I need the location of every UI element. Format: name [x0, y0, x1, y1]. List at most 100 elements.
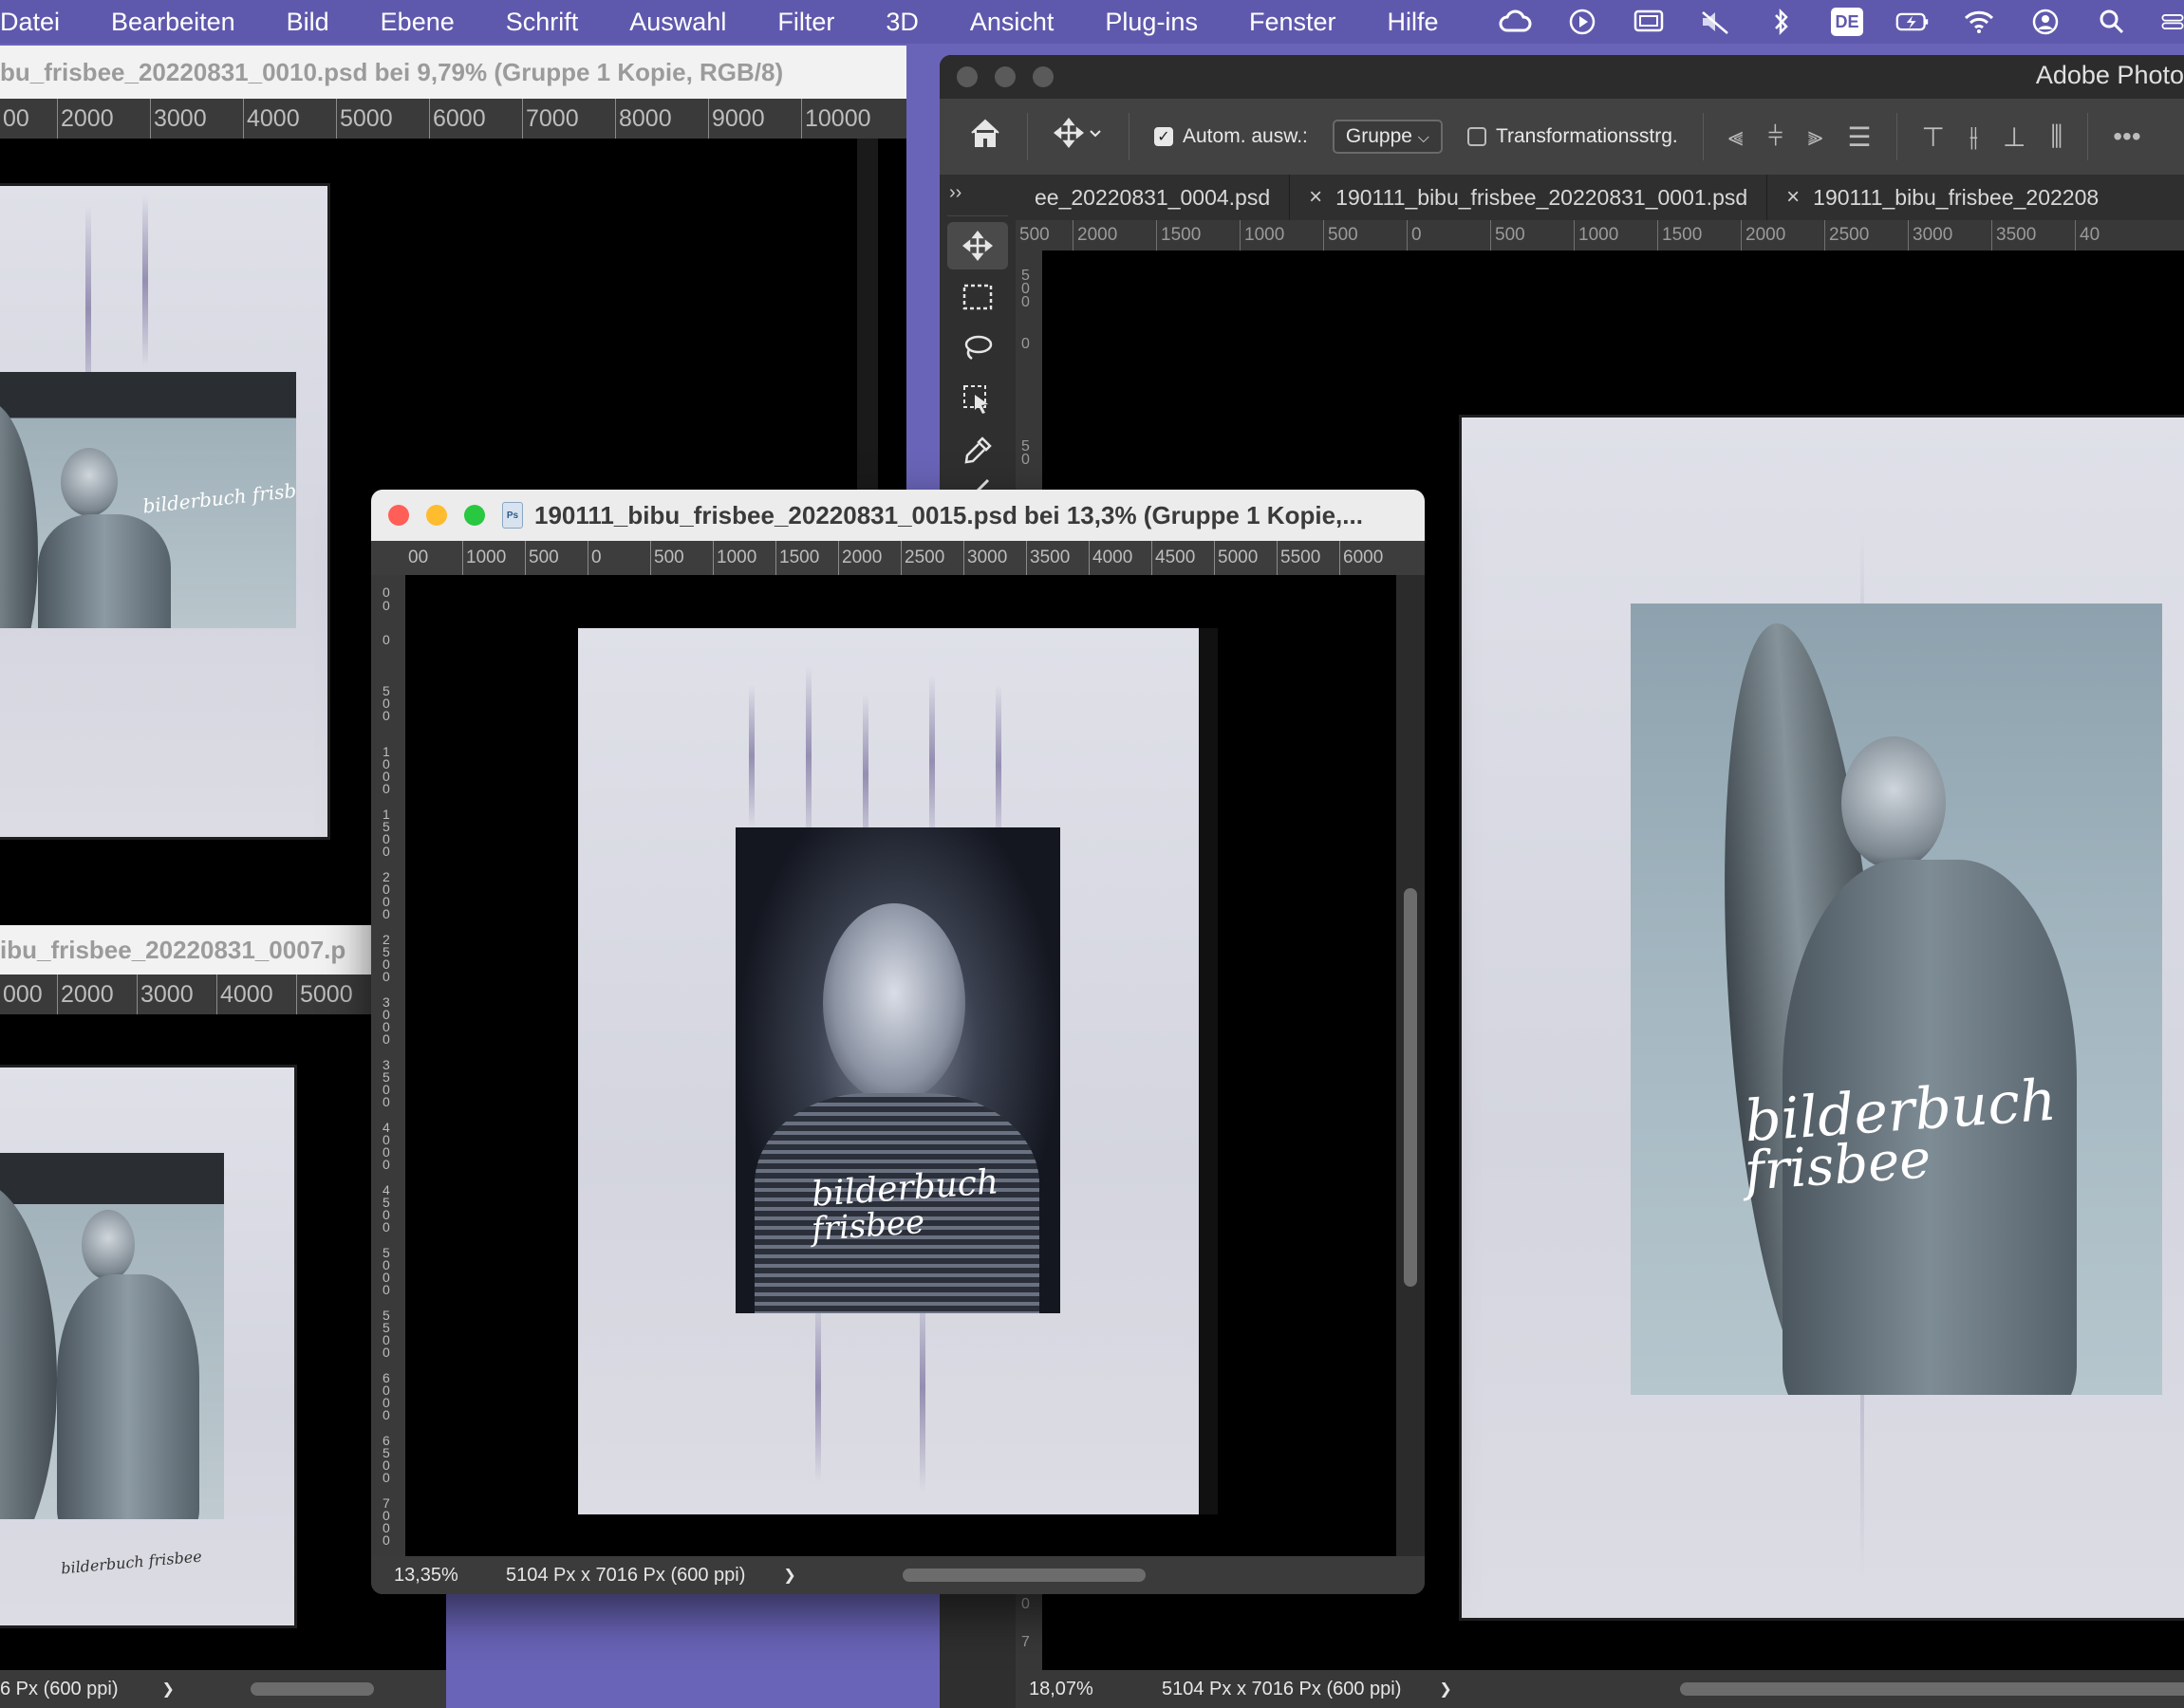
close-button[interactable]: [957, 66, 978, 87]
poster-photo: [0, 1153, 224, 1519]
distribute-vertical-icon[interactable]: ⫼: [2050, 121, 2063, 153]
app-title: Adobe Photo: [2035, 61, 2184, 89]
auto-select-dropdown[interactable]: Gruppe ⌵: [1332, 120, 1443, 154]
menu-bild[interactable]: Bild: [261, 8, 355, 37]
home-icon[interactable]: [968, 117, 1002, 157]
app-titlebar[interactable]: Adobe Photo: [940, 55, 2184, 99]
object-selection-tool-icon[interactable]: [947, 376, 1008, 423]
tab-label: 190111_bibu_frisbee_202208: [1813, 184, 2100, 210]
play-icon[interactable]: [1565, 8, 1599, 36]
transform-controls-label: Transformationsstrg.: [1495, 125, 1678, 147]
auto-select-option[interactable]: ✓ Autom. ausw.:: [1154, 125, 1308, 148]
poster-signature-line2: frisbee: [810, 1202, 926, 1250]
zoom-level[interactable]: 18,07%: [1016, 1679, 1139, 1700]
poster-paper: bilderbuch frisbee: [0, 186, 327, 837]
zoom-button[interactable]: [1033, 66, 1054, 87]
document-window-0015[interactable]: Ps 190111_bibu_frisbee_20220831_0015.psd…: [371, 490, 1425, 1594]
close-button[interactable]: [388, 505, 409, 526]
scroll-thumb[interactable]: [1404, 888, 1417, 1287]
poster-signature: bilderbuch frisbee: [60, 1547, 203, 1578]
align-bottom-icon[interactable]: ⊥: [2003, 121, 2025, 153]
menu-filter[interactable]: Filter: [752, 8, 860, 37]
toolbox-expand-icon[interactable]: ››: [940, 175, 1016, 203]
eyedropper-tool-icon[interactable]: [947, 427, 1008, 474]
horizontal-scroll-thumb[interactable]: [250, 1682, 374, 1696]
poster-paper: bilderbuch frisbee: [0, 1068, 294, 1625]
app-statusbar: 18,07% 5104 Px x 7016 Px (600 ppi) ❯: [1016, 1670, 2184, 1708]
window-titlebar[interactable]: bu_frisbee_20220831_0010.psd bei 9,79% (…: [0, 46, 906, 99]
minimize-button[interactable]: [426, 505, 447, 526]
tab-document-0004[interactable]: ee_20220831_0004.psd: [1016, 175, 1291, 220]
move-tool-icon[interactable]: [947, 222, 1008, 269]
wifi-icon[interactable]: [1962, 8, 1996, 36]
auto-select-checkbox[interactable]: ✓: [1154, 127, 1173, 147]
distribute-icon[interactable]: ☰: [1847, 121, 1871, 153]
tab-label: ee_20220831_0004.psd: [1035, 184, 1271, 210]
poster-paper: bilderbuch frisbee: [1462, 418, 2184, 1618]
status-arrow[interactable]: ❯: [1439, 1680, 1451, 1699]
search-icon[interactable]: [2095, 8, 2129, 36]
window-statusbar: 13,35% 5104 Px x 7016 Px (600 ppi) ❯: [371, 1556, 1425, 1594]
zoom-button[interactable]: [464, 505, 485, 526]
poster-paper: bilderbuch frisbee: [578, 628, 1218, 1514]
menu-plugins[interactable]: Plug-ins: [1079, 8, 1223, 37]
vertical-scrollbar[interactable]: [1396, 575, 1425, 1556]
menu-schrift[interactable]: Schrift: [480, 8, 605, 37]
horizontal-ruler: 00 2000 3000 4000 5000 6000 7000 8000 9000 10000: [0, 99, 906, 139]
window-title: bu_frisbee_20220831_0010.psd bei 9,79% (…: [0, 57, 784, 86]
menu-fenster[interactable]: Fenster: [1223, 8, 1362, 37]
document-canvas[interactable]: bilderbuch frisbee: [405, 575, 1396, 1556]
align-middle-icon[interactable]: ⫲: [1969, 121, 1978, 153]
psd-file-icon: Ps: [502, 502, 523, 529]
transform-controls-checkbox[interactable]: [1466, 127, 1486, 147]
poster-photo: bilderbuch frisbee: [1631, 603, 2162, 1395]
more-options-icon[interactable]: •••: [2113, 121, 2140, 152]
menu-hilfe[interactable]: Hilfe: [1362, 8, 1465, 37]
menu-auswahl[interactable]: Auswahl: [604, 8, 752, 37]
horizontal-scroll-thumb[interactable]: [1680, 1682, 2184, 1696]
window-titlebar[interactable]: Ps 190111_bibu_frisbee_20220831_0015.psd…: [371, 490, 1425, 541]
close-icon[interactable]: ×: [1309, 184, 1322, 211]
window-title: 190111_bibu_frisbee_20220831_0015.psd be…: [534, 500, 1363, 529]
align-left-icon[interactable]: ⫷: [1728, 121, 1744, 153]
align-center-icon[interactable]: ⫩: [1768, 121, 1783, 153]
display-icon[interactable]: [1632, 8, 1666, 36]
zoom-level[interactable]: 13,35%: [371, 1565, 495, 1587]
bluetooth-icon[interactable]: [1764, 8, 1799, 36]
menu-ebene[interactable]: Ebene: [355, 8, 480, 37]
mute-icon[interactable]: [1698, 8, 1732, 36]
options-bar: ✓ Autom. ausw.: Gruppe ⌵ Transformationss…: [940, 99, 2184, 175]
close-icon[interactable]: ×: [1786, 184, 1800, 211]
poster-photo: bilderbuch frisbee: [0, 372, 296, 628]
user-icon[interactable]: [2028, 8, 2063, 36]
creative-cloud-icon[interactable]: [1499, 8, 1533, 36]
document-tabs: ee_20220831_0004.psd × 190111_bibu_frisb…: [1016, 175, 2184, 220]
align-top-icon[interactable]: ⊤: [1922, 121, 1945, 153]
status-arrow[interactable]: ❯: [783, 1566, 795, 1585]
marquee-tool-icon[interactable]: [947, 273, 1008, 321]
tab-label: 190111_bibu_frisbee_20220831_0001.psd: [1335, 184, 1748, 210]
control-center-icon[interactable]: [2161, 8, 2184, 36]
menu-datei[interactable]: Datei: [0, 8, 85, 37]
status-menu-area: DE: [1499, 0, 2184, 44]
horizontal-scroll-thumb[interactable]: [903, 1569, 1146, 1582]
window-title: ibu_frisbee_20220831_0007.p: [0, 935, 346, 964]
horizontal-ruler: 500 2000 1500 1000 500 0 500 1000 1500 2000 2500 30…: [1016, 220, 2184, 251]
align-right-icon[interactable]: ⫸: [1808, 121, 1823, 153]
lasso-tool-icon[interactable]: [947, 325, 1008, 372]
window-statusbar: 6 Px (600 ppi) ❯: [0, 1670, 446, 1708]
move-tool-preset-icon[interactable]: [1053, 117, 1104, 157]
keyboard-language-badge[interactable]: DE: [1831, 8, 1863, 36]
status-arrow[interactable]: ❯: [162, 1680, 175, 1699]
menu-3d[interactable]: 3D: [860, 8, 944, 37]
poster-signature: bilderbuch frisbee: [141, 476, 296, 518]
tab-document-2022[interactable]: × 190111_bibu_frisbee_202208: [1767, 175, 2118, 220]
menu-bearbeiten[interactable]: Bearbeiten: [85, 8, 261, 37]
document-size: 6 Px (600 ppi): [0, 1678, 119, 1699]
document-size: 5104 Px x 7016 Px (600 ppi): [506, 1564, 746, 1586]
menu-ansicht[interactable]: Ansicht: [944, 8, 1080, 37]
tab-document-0001[interactable]: × 190111_bibu_frisbee_20220831_0001.psd: [1290, 175, 1768, 220]
battery-icon[interactable]: [1895, 8, 1930, 36]
transform-controls-option[interactable]: Transformationsstrg.: [1466, 125, 1678, 148]
minimize-button[interactable]: [995, 66, 1016, 87]
